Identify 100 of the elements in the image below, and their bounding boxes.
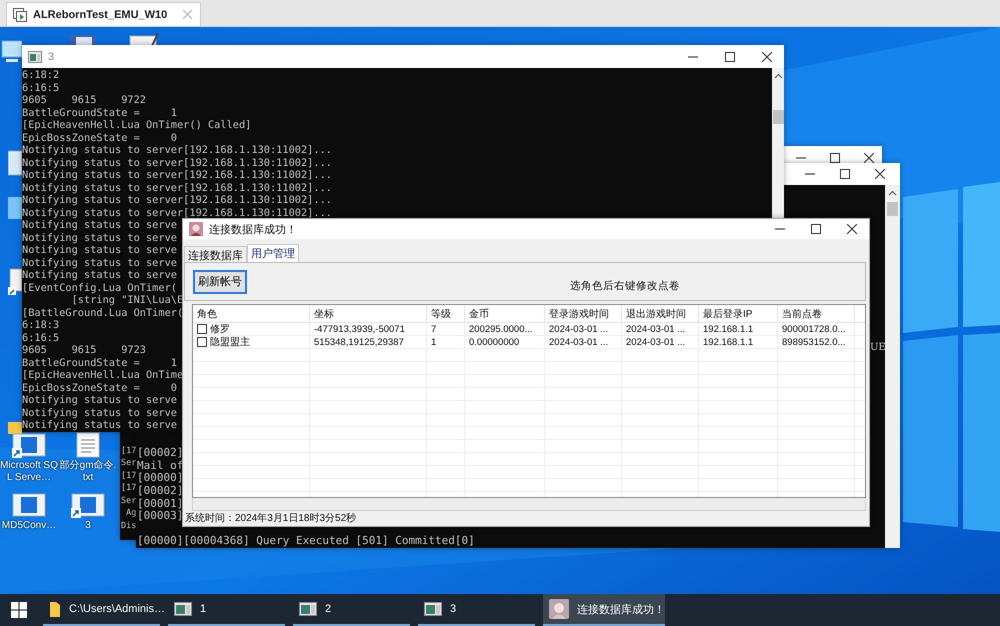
table-cell-text: 修罗 [210,323,230,336]
table-cell-text: 隐盟盟主 [210,336,250,349]
console-line: 9605 9615 9723 [22,344,146,356]
console-line: Ser [121,457,136,470]
app-icon[interactable] [12,432,46,458]
checkbox[interactable] [197,324,207,334]
console-line: Mail of [137,460,184,472]
console-line: BattleGroundState = 1 [22,106,177,119]
table-cell: 192.168.1.1 [699,323,778,336]
close-icon[interactable] [875,169,885,179]
column-header[interactable]: 最后登录IP [699,305,778,323]
taskbar-item[interactable]: 1 [168,594,285,626]
console-line: EpicBossZoneState = 0 [22,132,177,144]
column-header[interactable]: 登录游戏时间 [545,305,622,323]
console-line: Ag [125,507,136,520]
desktop-icon[interactable] [8,267,22,297]
icon-label: 3 [84,520,92,532]
column-header[interactable]: 坐标 [310,305,427,323]
console-line: [BattleGround.Lua OnTimer( [22,306,184,319]
table-cell: 2024-03-01 ... [545,323,622,336]
app-icon[interactable] [12,492,46,518]
console-line: 6:18:3 [22,319,60,332]
vm-tab-title: ALRebornTest_EMU_W10 [33,8,168,20]
close-icon[interactable] [864,152,874,162]
console-line: [17 [121,482,136,494]
icon-label: MD5Conv… [0,520,58,532]
close-icon[interactable] [847,224,857,234]
console-line: Notifying status to server[192.168.1.130:11002]... [22,206,332,219]
window-title: 连接数据库成功！ [209,222,297,236]
scroll-thumb[interactable] [887,202,898,216]
table-cell: -477913,3939,-50071 [310,323,427,336]
console-line: [00001] [137,498,184,510]
scrollbar[interactable] [772,68,784,221]
folder-icon [49,600,61,618]
console-icon [424,602,442,616]
console-line: Notifying status to server[192.168.1.130:11002]... [22,169,332,182]
close-icon[interactable] [762,52,772,62]
console-line: [EpicHeavenHell.Lua OnTime [22,369,184,382]
console-line: BattleGroundState = 1 [22,356,177,369]
console-line: 6:16:5 [22,332,60,344]
hint-text: 选角色后右键修改点卷 [570,278,680,292]
checkbox[interactable] [197,337,207,347]
console-line: [17 [121,470,136,482]
console-icon [299,602,317,616]
table-cell: 2024-03-01 ... [622,323,699,336]
scroll-up-icon[interactable] [774,73,782,79]
console-line: [EpicHeavenHell.Lua OnTimer() Called] [22,119,252,132]
vm-tab[interactable]: ALRebornTest_EMU_W10 [6,2,202,26]
icon-label: Microsoft SQL Serve… [0,460,58,484]
console-line: Notifying status to serve [22,256,177,269]
column-header[interactable]: 当前点卷 [778,305,855,323]
app-icon [189,222,203,236]
console-line: Notifying status to serve [22,232,177,244]
table-cell: 900001728.0... [778,323,855,336]
tab[interactable]: 用户管理 [247,244,299,262]
maximize-icon[interactable] [725,52,735,62]
column-header[interactable]: 等级 [427,305,465,323]
taskbar-item[interactable]: 2 [293,594,410,626]
console-line: Dis [121,520,136,532]
window-title: 3 [48,50,54,62]
console-line: 6:16:5 [22,82,60,94]
console-line: [00003] [137,510,184,523]
scroll-thumb[interactable] [772,110,784,124]
vm-icon [13,8,27,22]
console-icon [28,50,42,62]
maximize-icon[interactable] [811,224,821,234]
console-line: [00000][00004368] Query Executed [501] Committed[0] [137,535,475,548]
console-line: [17 [121,444,136,457]
taskbar-item[interactable]: 3 [418,594,535,626]
console-line: [EventConfig.Lua OnTimer( [22,282,177,294]
table-cell: 200295.0000... [465,323,545,336]
column-header[interactable]: 金币 [465,305,545,323]
console-line: 9605 9615 9722 [22,94,146,106]
console-line: Ser [121,494,136,507]
column-header[interactable]: 角色 [193,305,310,323]
desktop-icon[interactable] [68,33,98,46]
taskbar-item[interactable]: 连接数据库成功！ [543,594,665,626]
app-icon[interactable] [71,492,105,518]
console-line: Notifying status to server[192.168.1.130:11002]... [22,182,332,194]
status-bar-text: 系统时间：2024年3月1日18时3分52秒 [184,512,358,525]
console-line: Notifying status to server[192.168.1.130:11002]... [22,144,332,156]
scrollbar[interactable] [885,185,900,548]
start-icon[interactable] [11,602,27,618]
console-icon [174,602,192,616]
table-cell: 7 [427,323,465,336]
console-line: [00002] [137,485,184,498]
tab[interactable]: 连接数据库 [184,246,247,262]
refresh-button[interactable]: 刷新帐号 [193,270,247,294]
console-line: Notifying status to serve [22,406,177,419]
console-line: Notifying status to server[192.168.1.130:11002]... [22,156,332,169]
scrollbar[interactable] [192,498,866,511]
console-line: Notifying status to serve [22,219,177,232]
icon-label: 部分gm命令.txt [59,460,117,484]
console-line: [00000] [137,472,184,486]
app-icon [549,599,569,619]
column-header[interactable]: 退出游戏时间 [622,305,699,323]
console-line: Notifying status to serve [22,269,177,282]
console-line: [string "INI\Lua\E [70,294,184,306]
scroll-up-icon[interactable] [888,190,897,196]
console-line: Notifying status to serve [22,244,177,256]
